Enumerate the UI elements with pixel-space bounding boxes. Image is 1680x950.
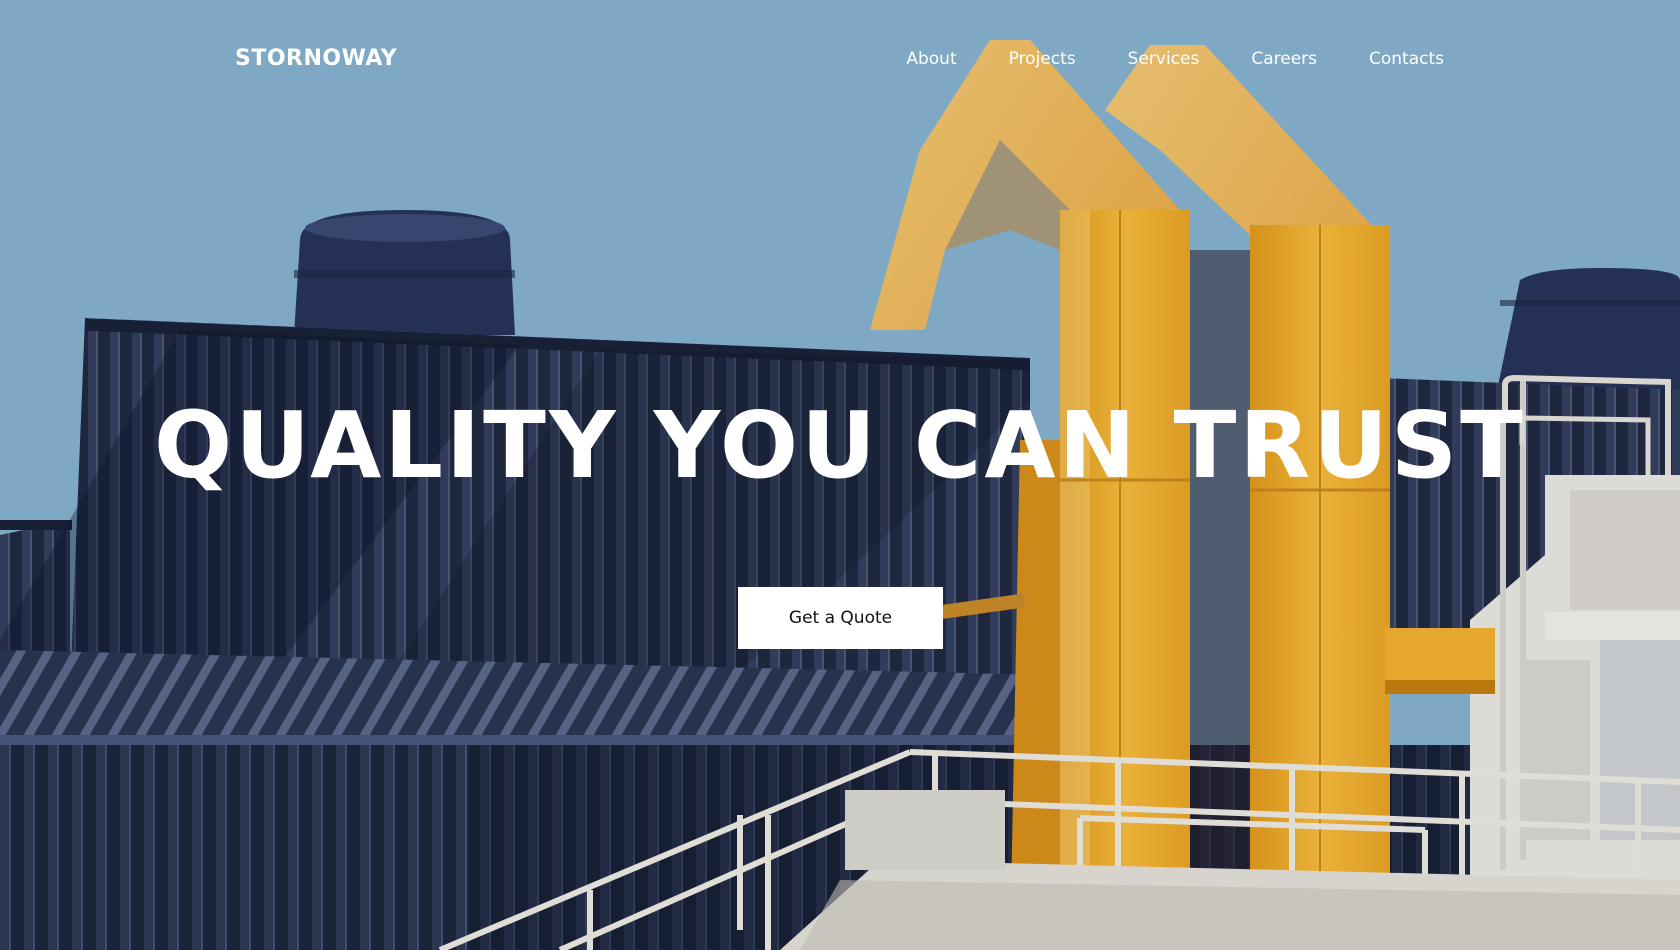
brand-logo[interactable]: STORNOWAY [235, 46, 397, 71]
site-header: STORNOWAY About Projects Services Career… [0, 0, 1680, 120]
nav-item-contacts[interactable]: Contacts [1369, 49, 1444, 69]
nav-item-services[interactable]: Services [1128, 49, 1200, 69]
nav-item-careers[interactable]: Careers [1251, 49, 1317, 69]
nav-item-projects[interactable]: Projects [1009, 49, 1076, 69]
get-a-quote-button[interactable]: Get a Quote [738, 587, 943, 649]
nav-item-about[interactable]: About [906, 49, 956, 69]
hero-headline: QUALITY YOU CAN TRUST [154, 392, 1526, 499]
main-nav: About Projects Services Careers Contacts [906, 49, 1444, 69]
hero-section: STORNOWAY About Projects Services Career… [0, 0, 1680, 950]
